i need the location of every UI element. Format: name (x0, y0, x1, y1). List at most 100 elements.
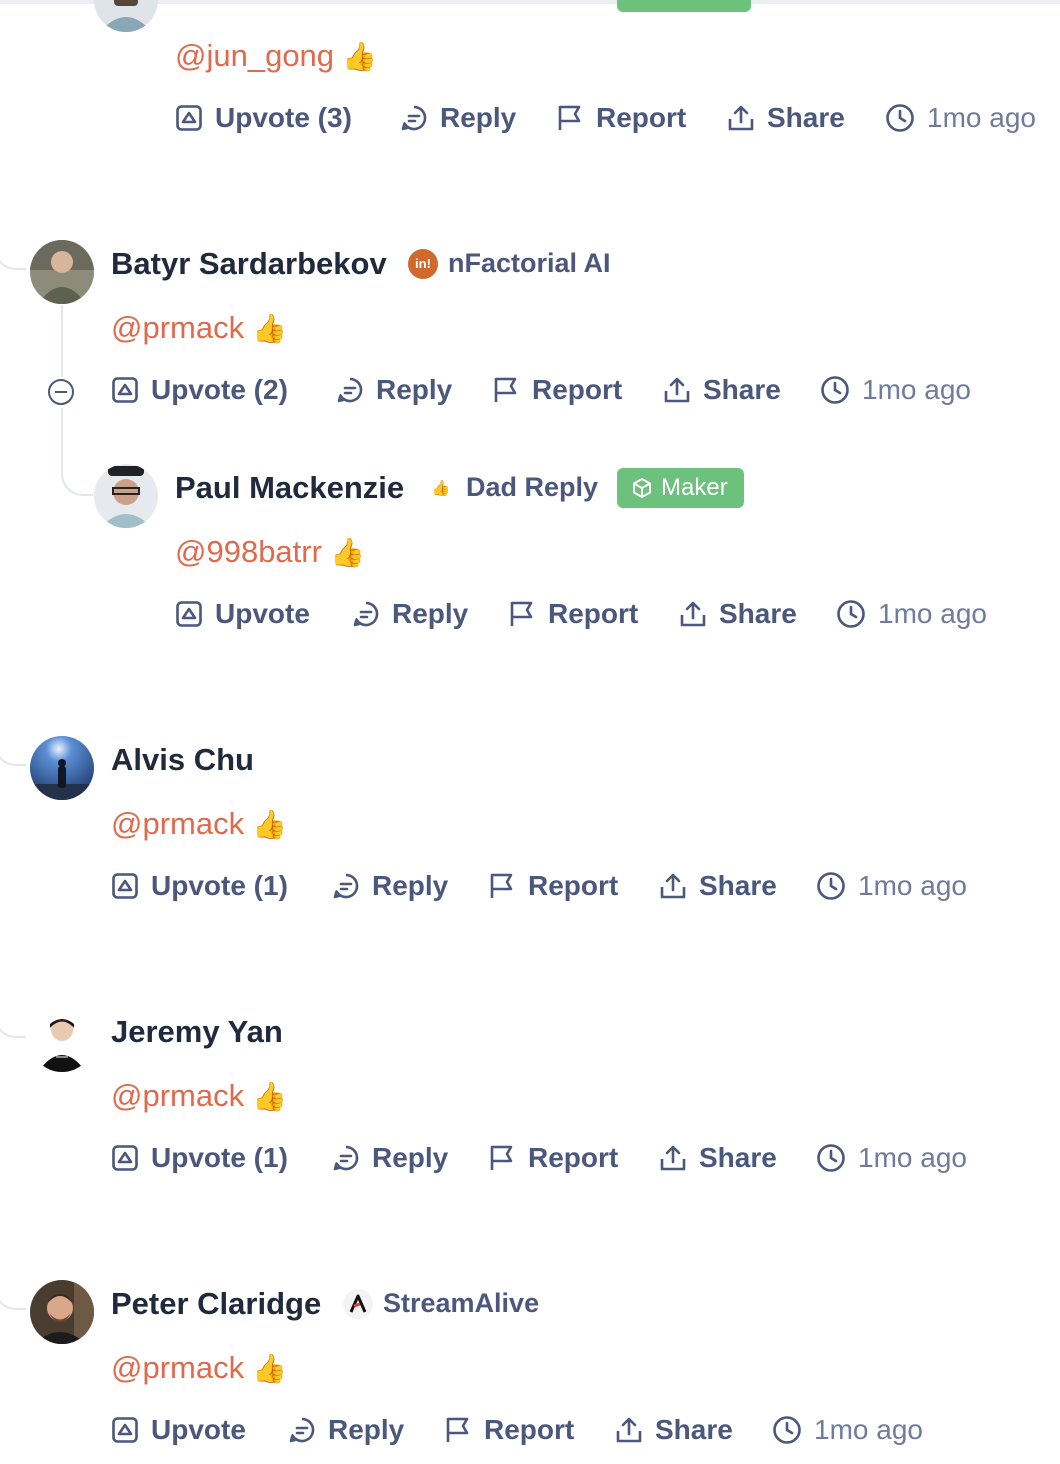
share-button[interactable]: Share (659, 870, 777, 902)
reply-icon (353, 601, 379, 627)
mention-link[interactable]: @prmack (111, 310, 244, 346)
comment-body: @prmack 👍 (111, 806, 287, 842)
thumbs-up-emoji: 👍 (329, 536, 365, 568)
timestamp[interactable]: 1mo ago (816, 870, 967, 902)
thumbs-up-emoji: 👍 (252, 808, 287, 840)
share-button[interactable]: Share (679, 598, 797, 630)
timestamp[interactable]: 1mo ago (772, 1414, 923, 1446)
cube-icon (633, 478, 651, 498)
thumbs-up-emoji: 👍 (252, 312, 287, 344)
mention-link[interactable]: @prmack (111, 1350, 244, 1386)
report-button[interactable]: Report (444, 1414, 574, 1446)
thumbs-up-emoji: 👍 (252, 1352, 287, 1384)
reply-thread-line (61, 305, 63, 377)
collapse-thread-button[interactable] (48, 379, 74, 405)
upvote-button[interactable]: Upvote (111, 1414, 246, 1446)
maker-badge-partial (617, 0, 751, 12)
upvote-icon (176, 601, 202, 627)
flag-icon (490, 1145, 513, 1170)
clock-icon (817, 1144, 845, 1172)
reply-button[interactable]: Reply (336, 374, 452, 406)
share-icon (728, 105, 754, 131)
flag-icon (558, 105, 581, 130)
mention-link[interactable]: @prmack (111, 806, 244, 842)
reply-icon (401, 105, 427, 131)
dad-reply-logo-icon: 👍 (426, 472, 456, 503)
timestamp[interactable]: 1mo ago (820, 374, 971, 406)
upvote-button[interactable]: Upvote (1) (111, 1142, 288, 1174)
mention-link[interactable]: @prmack (111, 1078, 244, 1114)
reply-button[interactable]: Reply (288, 1414, 404, 1446)
timestamp[interactable]: 1mo ago (885, 102, 1036, 134)
reply-icon (337, 377, 363, 403)
upvote-icon (112, 377, 138, 403)
report-button[interactable]: Report (556, 102, 686, 134)
share-icon (664, 377, 690, 403)
share-button[interactable]: Share (727, 102, 845, 134)
clock-icon (773, 1416, 801, 1444)
reply-icon (289, 1417, 315, 1443)
share-icon (616, 1417, 642, 1443)
company-link[interactable]: StreamAlive (343, 1288, 539, 1319)
share-button[interactable]: Share (663, 374, 781, 406)
upvote-icon (112, 1417, 138, 1443)
report-button[interactable]: Report (488, 1142, 618, 1174)
reply-button[interactable]: Reply (352, 598, 468, 630)
share-icon (660, 1145, 686, 1171)
reply-button[interactable]: Reply (332, 1142, 448, 1174)
avatar[interactable] (30, 1280, 94, 1344)
thumbs-up-emoji: 👍 (252, 1080, 287, 1112)
author-name[interactable]: Peter Claridge (111, 1286, 321, 1322)
report-button[interactable]: Report (488, 870, 618, 902)
flag-icon (510, 601, 533, 626)
maker-badge: Maker (617, 468, 744, 508)
nfactorial-logo-icon: in! (408, 248, 438, 279)
upvote-button[interactable]: Upvote (1) (111, 870, 288, 902)
upvote-button[interactable]: Upvote (2) (111, 374, 288, 406)
avatar[interactable] (30, 736, 94, 800)
report-button[interactable]: Report (508, 598, 638, 630)
flag-icon (490, 873, 513, 898)
avatar[interactable] (30, 240, 94, 304)
comment-body: @prmack 👍 (111, 1078, 287, 1114)
mention-link[interactable]: @998batrr (175, 534, 322, 570)
share-button[interactable]: Share (615, 1414, 733, 1446)
author-name[interactable]: Paul Mackenzie (175, 470, 404, 506)
flag-icon (446, 1417, 469, 1442)
timestamp[interactable]: 1mo ago (816, 1142, 967, 1174)
reply-icon (333, 1145, 359, 1171)
reply-button[interactable]: Reply (400, 102, 516, 134)
upvote-icon (176, 105, 202, 131)
author-name[interactable]: Batyr Sardarbekov (111, 246, 387, 282)
top-divider (0, 0, 1060, 4)
upvote-button[interactable]: Upvote (3) (175, 102, 352, 134)
avatar[interactable] (30, 1008, 94, 1072)
reply-icon (333, 873, 359, 899)
author-name[interactable]: Jeremy Yan (111, 1014, 283, 1050)
company-link[interactable]: in! nFactorial AI (408, 248, 611, 279)
company-link[interactable]: 👍 Dad Reply (426, 472, 598, 503)
mention-link[interactable]: @jun_gong (175, 38, 334, 74)
thumbs-up-emoji: 👍 (342, 40, 377, 72)
share-button[interactable]: Share (659, 1142, 777, 1174)
clock-icon (837, 600, 865, 628)
flag-icon (494, 377, 517, 402)
avatar[interactable] (94, 464, 158, 528)
reply-button[interactable]: Reply (332, 870, 448, 902)
clock-icon (821, 376, 849, 404)
comment-body: @prmack 👍 (111, 310, 287, 346)
thread-curve (0, 1000, 26, 1038)
streamalive-logo-icon (343, 1288, 373, 1319)
clock-icon (886, 104, 914, 132)
report-button[interactable]: Report (492, 374, 622, 406)
author-name[interactable]: Alvis Chu (111, 742, 254, 778)
share-icon (660, 873, 686, 899)
avatar[interactable] (94, 0, 158, 32)
timestamp[interactable]: 1mo ago (836, 598, 987, 630)
upvote-button[interactable]: Upvote (175, 598, 310, 630)
comment-body: @998batrr 👍 (175, 534, 365, 570)
comment-body: @prmack 👍 (111, 1350, 287, 1386)
thread-curve (0, 232, 26, 270)
upvote-icon (112, 1145, 138, 1171)
reply-thread-curve (61, 408, 93, 496)
